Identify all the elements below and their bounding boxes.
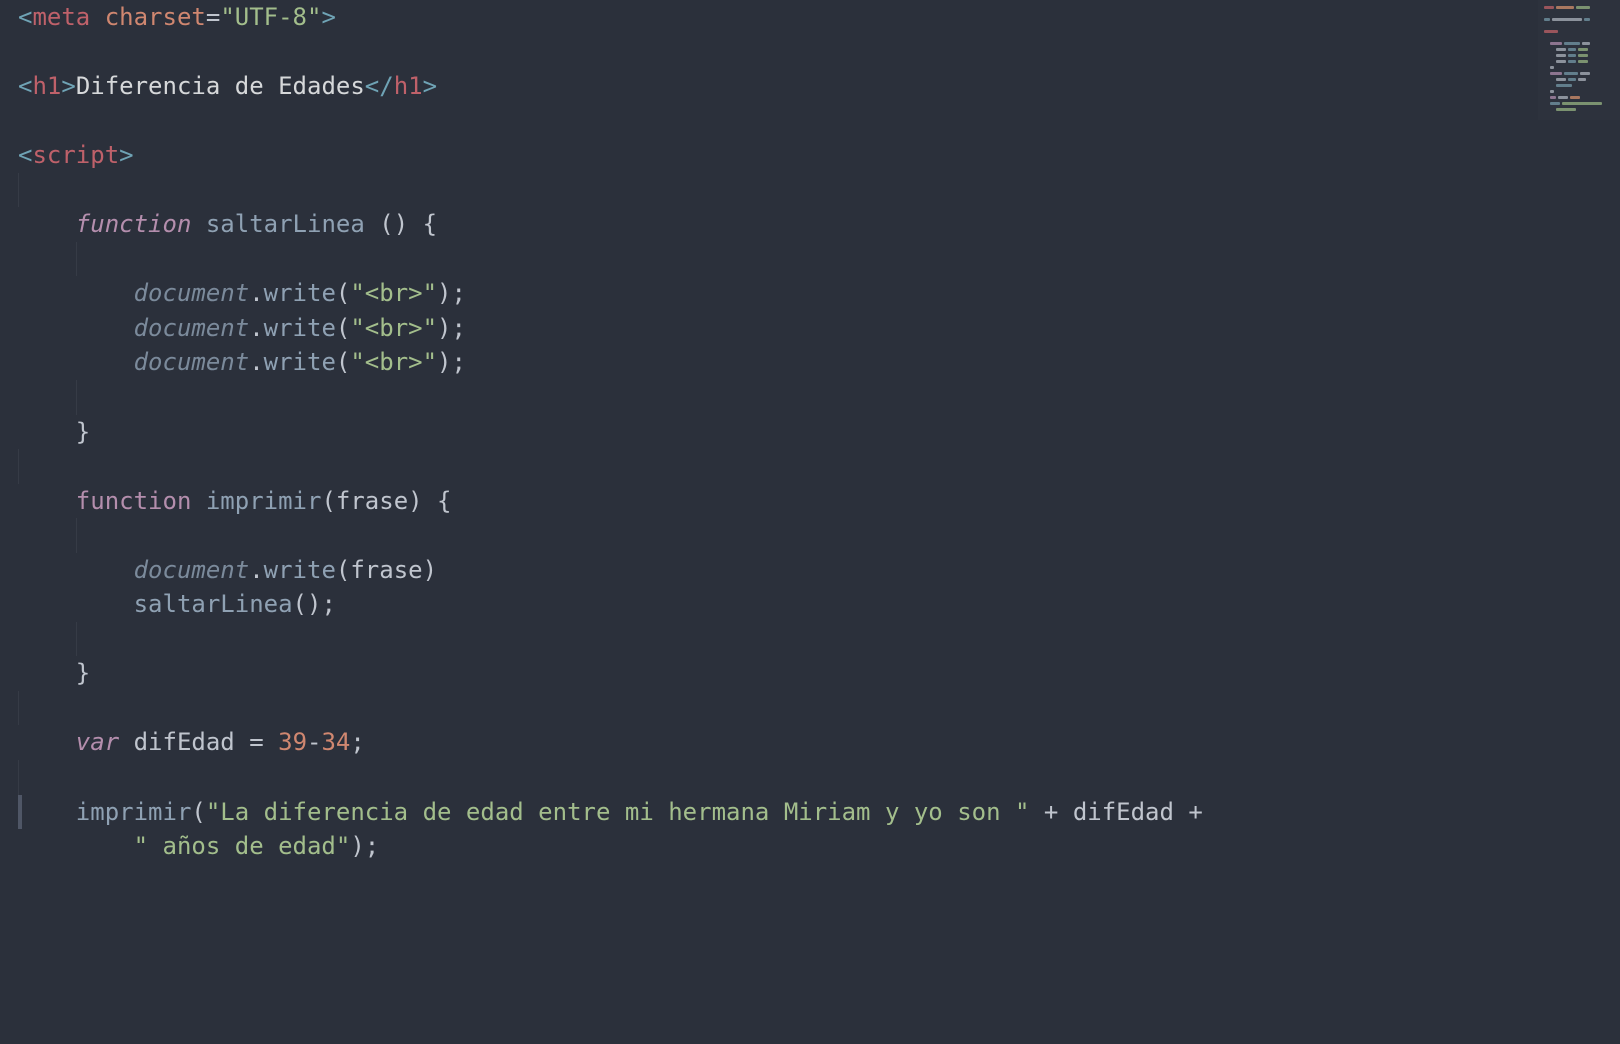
code-line[interactable]: var difEdad = 39-34;	[18, 725, 1602, 760]
blank-line[interactable]	[18, 518, 1602, 553]
code-line[interactable]: <script>	[18, 138, 1602, 173]
indent-guide	[18, 173, 19, 208]
code-editor[interactable]: <meta charset="UTF-8"> <h1>Diferencia de…	[0, 0, 1620, 1044]
keyword-function: function	[76, 487, 192, 515]
var-difEdad: difEdad	[134, 728, 235, 756]
blank-line[interactable]	[18, 173, 1602, 208]
indent-guide	[18, 691, 19, 726]
code-line[interactable]: function imprimir(frase) {	[18, 484, 1602, 519]
indent-guide	[76, 622, 77, 657]
code-line[interactable]: <h1>Diferencia de Edades</h1>	[18, 69, 1602, 104]
indent-guide	[76, 380, 77, 415]
method-write: write	[264, 279, 336, 307]
call-saltarLinea: saltarLinea	[134, 590, 293, 618]
code-line[interactable]: saltarLinea();	[18, 587, 1602, 622]
h1-text: Diferencia de Edades	[76, 72, 365, 100]
blank-line[interactable]	[18, 760, 1602, 795]
code-line[interactable]: document.write("<br>");	[18, 276, 1602, 311]
blank-line[interactable]	[18, 622, 1602, 657]
tag-script: script	[32, 141, 119, 169]
indent-guide	[76, 242, 77, 277]
param-frase: frase	[336, 487, 408, 515]
blank-line[interactable]	[18, 691, 1602, 726]
code-line[interactable]: imprimir("La diferencia de edad entre mi…	[18, 795, 1602, 830]
function-name: imprimir	[206, 487, 322, 515]
code-line[interactable]: }	[18, 656, 1602, 691]
code-line[interactable]: document.write(frase)	[18, 553, 1602, 588]
keyword-function: function	[76, 210, 192, 238]
code-line[interactable]: document.write("<br>");	[18, 345, 1602, 380]
minimap-seg	[1544, 6, 1554, 9]
line-highlight-marker	[18, 795, 22, 829]
call-imprimir: imprimir	[76, 798, 192, 826]
blank-line[interactable]	[18, 104, 1602, 139]
tag-h1: h1	[32, 72, 61, 100]
blank-line[interactable]	[18, 449, 1602, 484]
code-line[interactable]: }	[18, 415, 1602, 450]
tag-meta: meta	[32, 3, 90, 31]
indent-guide	[18, 760, 19, 795]
code-line[interactable]: document.write("<br>");	[18, 311, 1602, 346]
indent-guide	[76, 518, 77, 553]
blank-line[interactable]	[18, 242, 1602, 277]
code-line[interactable]: <meta charset="UTF-8">	[18, 0, 1602, 35]
code-line[interactable]: " años de edad");	[18, 829, 1602, 864]
builtin-document: document	[134, 279, 250, 307]
function-name: saltarLinea	[206, 210, 365, 238]
indent-guide	[18, 449, 19, 484]
vertical-scrollbar[interactable]	[1606, 0, 1620, 1044]
blank-line[interactable]	[18, 35, 1602, 70]
keyword-var: var	[76, 728, 119, 756]
blank-line[interactable]	[18, 380, 1602, 415]
code-line[interactable]: function saltarLinea () {	[18, 207, 1602, 242]
